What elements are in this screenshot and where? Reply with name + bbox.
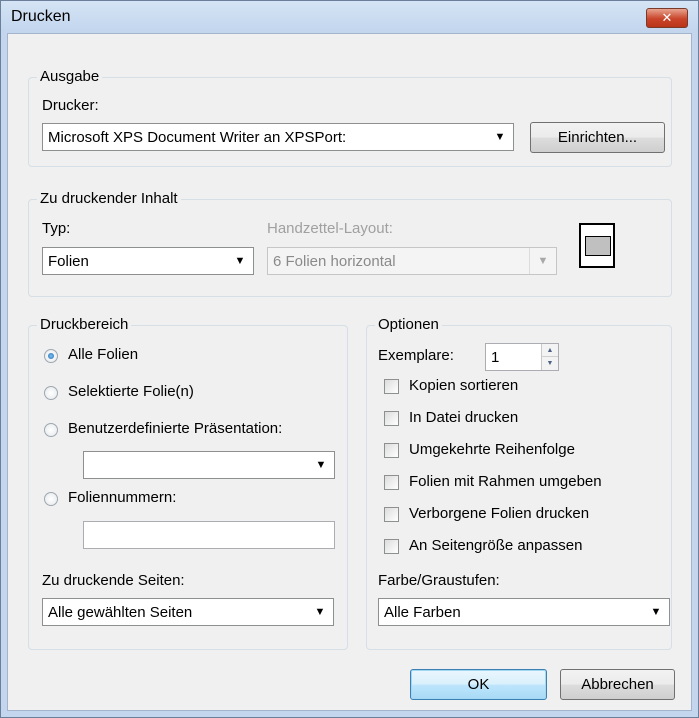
dialog-body: Ausgabe Drucker: Microsoft XPS Document …: [7, 33, 692, 711]
collate-label: Kopien sortieren: [409, 377, 519, 394]
selected-slides-label: Selektierte Folie(n): [68, 383, 194, 400]
hidden-slides-checkbox[interactable]: [384, 507, 399, 522]
color-label: Farbe/Graustufen:: [378, 572, 500, 589]
pages-label: Zu druckende Seiten:: [42, 572, 185, 589]
spin-up-icon[interactable]: ▲: [542, 344, 558, 357]
chevron-down-icon: ▼: [234, 255, 246, 267]
print-to-file-label: In Datei drucken: [409, 409, 519, 426]
chevron-down-icon: ▼: [529, 248, 556, 274]
chevron-down-icon: ▼: [650, 606, 662, 618]
cancel-button[interactable]: Abbrechen: [560, 669, 675, 700]
printer-label: Drucker:: [42, 97, 99, 114]
custom-show-radio[interactable]: [44, 423, 58, 437]
handout-layout-label: Handzettel-Layout:: [267, 220, 393, 237]
type-value: Folien: [48, 253, 89, 270]
fit-to-page-label: An Seitengröße anpassen: [409, 537, 583, 554]
color-select[interactable]: Alle Farben ▼: [378, 598, 670, 626]
frame-slides-label: Folien mit Rahmen umgeben: [409, 473, 602, 490]
slide-numbers-radio[interactable]: [44, 492, 58, 506]
handout-layout-value: 6 Folien horizontal: [273, 253, 396, 270]
slide-preview-icon: [585, 236, 611, 256]
slide-numbers-input[interactable]: [83, 521, 335, 549]
setup-button[interactable]: Einrichten...: [530, 122, 665, 153]
spin-down-icon[interactable]: ▼: [542, 357, 558, 370]
type-select[interactable]: Folien ▼: [42, 247, 254, 275]
print-to-file-checkbox[interactable]: [384, 411, 399, 426]
slide-numbers-label: Foliennummern:: [68, 489, 177, 506]
custom-show-label: Benutzerdefinierte Präsentation:: [68, 420, 283, 437]
copies-label: Exemplare:: [378, 347, 454, 364]
title-bar: Drucken ✕: [1, 1, 698, 33]
dialog-title: Drucken: [11, 8, 71, 25]
all-slides-radio[interactable]: [44, 349, 58, 363]
reverse-order-checkbox[interactable]: [384, 443, 399, 458]
options-legend: Optionen: [375, 316, 442, 333]
printer-value: Microsoft XPS Document Writer an XPSPort…: [48, 129, 347, 146]
spin-buttons: ▲ ▼: [541, 344, 558, 370]
handout-layout-select[interactable]: 6 Folien horizontal ▼: [267, 247, 557, 275]
hidden-slides-label: Verborgene Folien drucken: [409, 505, 590, 522]
copies-spinner[interactable]: 1 ▲ ▼: [485, 343, 559, 371]
custom-show-select[interactable]: ▼: [83, 451, 335, 479]
reverse-order-label: Umgekehrte Reihenfolge: [409, 441, 575, 458]
collate-checkbox[interactable]: [384, 379, 399, 394]
printer-select[interactable]: Microsoft XPS Document Writer an XPSPort…: [42, 123, 514, 151]
close-icon[interactable]: ✕: [646, 8, 688, 28]
content-legend: Zu druckender Inhalt: [37, 190, 181, 207]
fit-to-page-checkbox[interactable]: [384, 539, 399, 554]
frame-slides-checkbox[interactable]: [384, 475, 399, 490]
print-range-legend: Druckbereich: [37, 316, 132, 333]
output-legend: Ausgabe: [37, 68, 103, 85]
pages-select[interactable]: Alle gewählten Seiten ▼: [42, 598, 334, 626]
pages-value: Alle gewählten Seiten: [48, 604, 193, 621]
type-label: Typ:: [42, 220, 71, 237]
ok-button[interactable]: OK: [410, 669, 547, 700]
print-dialog: Drucken ✕ Ausgabe Drucker: Microsoft XPS…: [0, 0, 699, 718]
copies-value: 1: [491, 349, 500, 366]
selected-slides-radio[interactable]: [44, 386, 58, 400]
chevron-down-icon: ▼: [315, 459, 327, 471]
handout-preview: [579, 223, 615, 268]
chevron-down-icon: ▼: [314, 606, 326, 618]
color-value: Alle Farben: [384, 604, 461, 621]
all-slides-label: Alle Folien: [68, 346, 139, 363]
chevron-down-icon: ▼: [494, 131, 506, 143]
